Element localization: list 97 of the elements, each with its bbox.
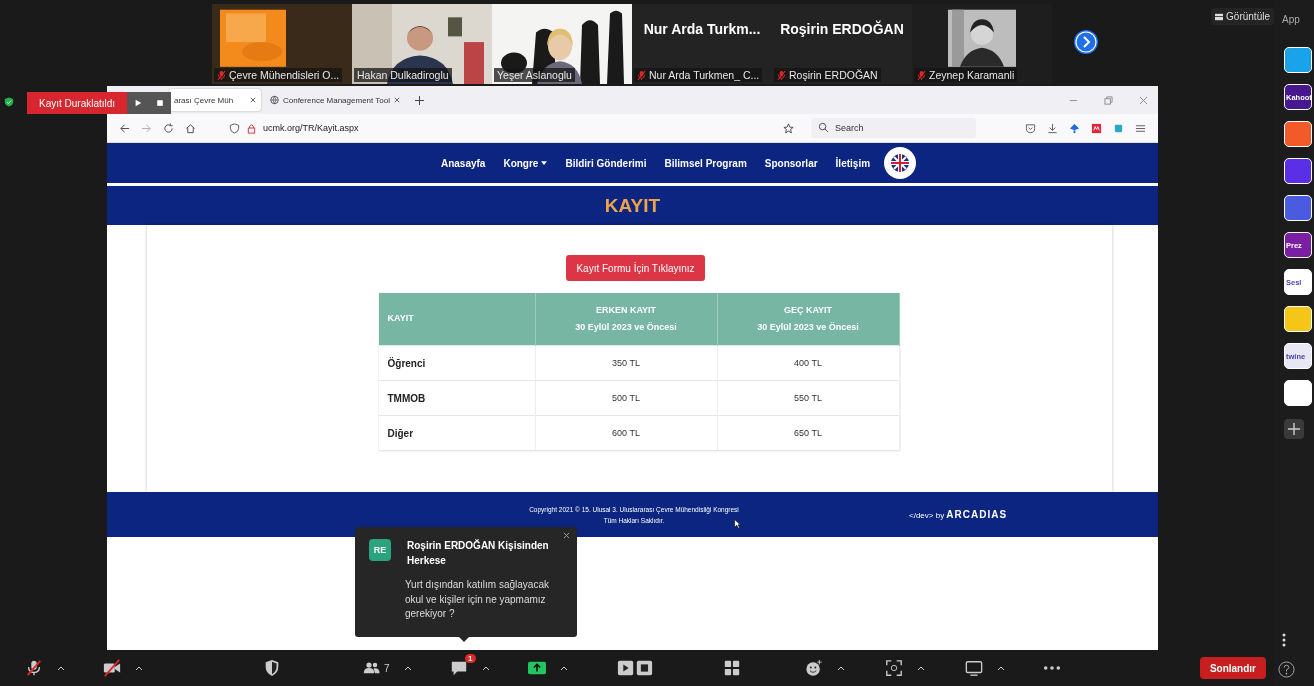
mouse-cursor-icon bbox=[734, 519, 741, 529]
name-label: Yeşer Aslanoglu bbox=[494, 68, 575, 82]
shield-icon[interactable] bbox=[263, 659, 281, 677]
menu-icon[interactable] bbox=[1135, 122, 1146, 134]
record-controls-icon[interactable] bbox=[616, 659, 653, 677]
search-icon bbox=[818, 122, 829, 133]
whiteboard-icon[interactable] bbox=[884, 659, 903, 677]
caret-icon[interactable] bbox=[541, 161, 548, 165]
close-icon[interactable] bbox=[250, 97, 256, 103]
download-icon[interactable] bbox=[1047, 122, 1058, 134]
extension-icon[interactable] bbox=[1069, 122, 1080, 134]
browser-tab[interactable]: Conference Management Tool bbox=[265, 89, 405, 111]
app-icon[interactable] bbox=[1284, 306, 1312, 332]
table-cell: 400 TL bbox=[717, 345, 899, 381]
star-icon[interactable] bbox=[783, 122, 794, 134]
caret-icon[interactable] bbox=[836, 665, 845, 671]
pocket-icon[interactable] bbox=[1025, 122, 1036, 134]
more-icon[interactable] bbox=[1042, 665, 1061, 671]
globe-icon bbox=[270, 95, 279, 105]
recording-status: Kayıt Duraklatıldı bbox=[27, 92, 128, 114]
apps-panel-title: App bbox=[1282, 14, 1300, 25]
extension-icon[interactable] bbox=[1113, 122, 1124, 134]
end-meeting-button[interactable]: Sonlandır bbox=[1199, 657, 1266, 679]
avatar: RE bbox=[369, 539, 391, 561]
close-icon[interactable] bbox=[394, 97, 400, 103]
app-icon[interactable] bbox=[1284, 121, 1312, 147]
search-field[interactable]: Search bbox=[811, 118, 976, 138]
add-icon[interactable] bbox=[1284, 419, 1304, 439]
name-label: Hakan Dulkadiroglu bbox=[354, 68, 452, 82]
nav-link[interactable]: İletişim bbox=[835, 157, 871, 169]
participant-count: 7 bbox=[384, 662, 390, 674]
caret-icon[interactable] bbox=[57, 665, 65, 671]
security-shield-icon bbox=[4, 97, 14, 107]
participant-name: Nur Arda Turkm... bbox=[643, 21, 761, 37]
registration-form-button[interactable]: Kayıt Formu İçin Tıklayınız bbox=[566, 255, 705, 281]
flag-icon[interactable] bbox=[884, 147, 917, 179]
home-icon[interactable] bbox=[185, 122, 196, 134]
app-icon[interactable] bbox=[1284, 380, 1312, 406]
apps-grid-icon[interactable] bbox=[722, 659, 741, 677]
close-icon[interactable] bbox=[1139, 95, 1148, 105]
table-cell: 600 TL bbox=[535, 415, 717, 450]
page-title: KAYIT bbox=[604, 194, 661, 217]
notification-badge: 1 bbox=[465, 654, 476, 663]
video-off-icon[interactable] bbox=[103, 659, 121, 677]
table-cell: 650 TL bbox=[717, 415, 899, 450]
new-tab-icon[interactable] bbox=[415, 95, 424, 105]
nav-link[interactable]: Sponsorlar bbox=[764, 157, 818, 169]
monitor-icon[interactable] bbox=[964, 659, 983, 677]
next-arrow-icon[interactable] bbox=[1074, 30, 1098, 54]
play-icon[interactable] bbox=[134, 99, 143, 107]
caret-icon[interactable] bbox=[403, 665, 412, 671]
share-screen-icon[interactable] bbox=[527, 659, 546, 677]
more-options-icon[interactable] bbox=[1282, 633, 1286, 647]
reaction-icon[interactable] bbox=[804, 659, 823, 677]
app-icon[interactable] bbox=[1284, 195, 1312, 221]
extension-icon[interactable] bbox=[1091, 122, 1102, 134]
table-cell: TMMOB bbox=[378, 380, 535, 416]
stop-icon[interactable] bbox=[156, 99, 165, 107]
name-label: Zeynep Karamanli bbox=[914, 68, 1018, 82]
browser-tab[interactable]: arası Çevre Müh bbox=[169, 89, 261, 111]
name-label: Roşirin ERDOĞAN bbox=[774, 68, 881, 82]
caret-icon[interactable] bbox=[481, 665, 490, 671]
muted-mic-icon[interactable] bbox=[25, 659, 43, 677]
name-label: Nur Arda Turkmen_ C... bbox=[634, 68, 763, 82]
column-header: KAYIT bbox=[378, 293, 535, 346]
table-cell: 500 TL bbox=[535, 380, 717, 416]
chat-message: Yurt dışından katılım sağlayacak okul ve kişiler için ne yapmamız gerekiyor ? bbox=[404, 578, 550, 621]
column-header: ERKEN KAYIT 30 Eylül 2023 ve Öncesi bbox=[535, 293, 717, 346]
credit-text: </dev> by ARCADIAS bbox=[909, 509, 1008, 520]
table-cell: Öğrenci bbox=[378, 345, 535, 381]
chat-sender: Roşirin ERDOĞAN Kişisinden Herkese bbox=[407, 539, 550, 568]
close-icon[interactable] bbox=[563, 532, 570, 539]
nav-link[interactable]: Bilimsel Program bbox=[664, 157, 747, 169]
chat-icon[interactable] bbox=[449, 659, 468, 677]
column-header: GEÇ KAYIT 30 Eylül 2023 ve Öncesi bbox=[717, 293, 899, 346]
nav-link[interactable]: Kongre bbox=[503, 157, 548, 169]
view-button[interactable]: Görüntüle bbox=[1211, 8, 1274, 25]
caret-icon[interactable] bbox=[559, 665, 568, 671]
reload-icon[interactable] bbox=[163, 122, 174, 134]
lock-icon bbox=[246, 122, 257, 134]
caret-icon[interactable] bbox=[135, 665, 143, 671]
name-label: Çevre Mühendisleri O... bbox=[214, 68, 343, 82]
shield-icon bbox=[229, 122, 240, 134]
nav-link[interactable]: Bildiri Gönderimi bbox=[565, 157, 647, 169]
app-icon[interactable] bbox=[1284, 158, 1312, 184]
participant-name: Roşirin ERDOĞAN bbox=[780, 21, 904, 37]
caret-icon[interactable] bbox=[996, 665, 1005, 671]
app-icon[interactable] bbox=[1284, 47, 1312, 73]
address-field[interactable]: ucmk.org/TR/Kayit.aspx bbox=[223, 118, 800, 138]
nav-link[interactable]: Anasayfa bbox=[440, 157, 486, 169]
table-cell: 550 TL bbox=[717, 380, 899, 416]
table-cell: 350 TL bbox=[535, 345, 717, 381]
table-cell: Diğer bbox=[378, 415, 535, 450]
help-icon[interactable] bbox=[1278, 661, 1295, 678]
layout-icon bbox=[1215, 12, 1224, 21]
back-arrow-icon[interactable] bbox=[119, 122, 130, 134]
caret-icon[interactable] bbox=[916, 665, 925, 671]
